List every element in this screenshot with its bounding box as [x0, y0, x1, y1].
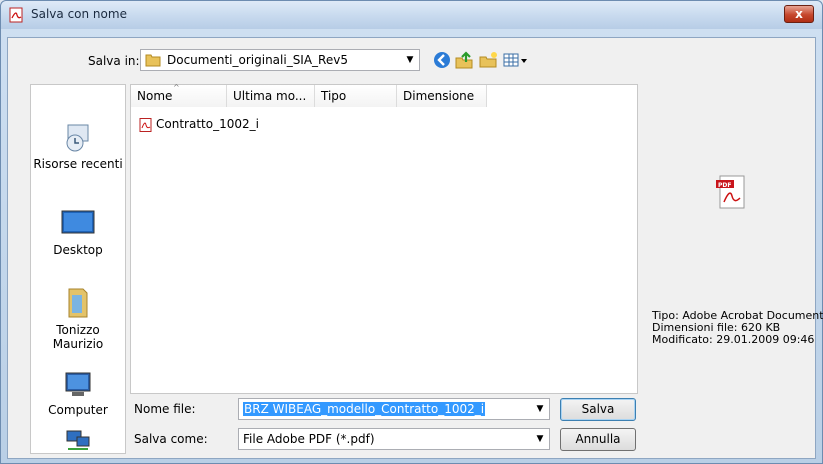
place-label: Tonizzo Maurizio — [52, 323, 104, 351]
place-recent[interactable]: Risorse recenti — [31, 123, 125, 171]
save-as-dialog: Salva con nome x Salva in: Documenti_ori… — [0, 0, 823, 464]
svg-text:PDF: PDF — [718, 182, 731, 189]
filename-value: BRZ WIBEAG_modello_Contratto_1002_i — [243, 402, 486, 416]
save-in-value: Documenti_originali_SIA_Rev5 — [167, 53, 348, 67]
close-button[interactable]: x — [784, 5, 814, 23]
places-bar: Risorse recenti Desktop Tonizzo Maurizio — [30, 84, 126, 454]
network-icon — [66, 430, 90, 450]
save-as-type-label: Salva come: — [134, 432, 208, 446]
save-in-dropdown[interactable]: Documenti_originali_SIA_Rev5 ▼ — [140, 49, 420, 71]
column-header-type[interactable]: Tipo — [315, 85, 397, 107]
list-item[interactable]: Contratto_1002_i — [139, 117, 259, 135]
filename-label: Nome file: — [134, 402, 196, 416]
place-user[interactable]: Tonizzo Maurizio — [31, 287, 125, 351]
column-header-size[interactable]: Dimensione — [397, 85, 487, 107]
save-as-type-value: File Adobe PDF (*.pdf) — [243, 432, 375, 446]
chevron-down-icon[interactable]: ▼ — [533, 431, 547, 447]
place-computer[interactable]: Computer — [31, 371, 125, 417]
chevron-down-icon[interactable]: ▼ — [403, 52, 417, 68]
filename-field[interactable]: BRZ WIBEAG_modello_Contratto_1002_i ▼ — [238, 398, 550, 420]
pdf-large-icon: PDF — [716, 175, 745, 209]
new-folder-icon[interactable] — [478, 50, 498, 70]
preview-pane: PDF Tipo: Adobe Acrobat Document Dimensi… — [644, 84, 823, 394]
up-folder-icon[interactable] — [454, 50, 474, 70]
pdf-icon — [139, 117, 152, 132]
place-label: Risorse recenti — [33, 157, 123, 171]
cancel-button[interactable]: Annulla — [560, 428, 636, 451]
column-header-name[interactable]: Nome ^ — [131, 83, 227, 107]
chevron-down-icon[interactable]: ▼ — [533, 401, 547, 417]
file-list[interactable]: Nome ^ Ultima mo... Tipo Dimensione Cont… — [130, 83, 638, 394]
sort-ascending-icon: ^ — [173, 83, 180, 92]
dialog-body: Salva in: Documenti_originali_SIA_Rev5 ▼ — [7, 37, 823, 459]
window-title: Salva con nome — [31, 7, 127, 21]
file-name: Contratto_1002_i — [156, 117, 259, 131]
place-desktop[interactable]: Desktop — [31, 209, 125, 257]
desktop-icon — [61, 210, 95, 234]
pdf-app-icon — [9, 7, 23, 23]
title-bar[interactable]: Salva con nome x — [1, 1, 822, 29]
folder-icon — [145, 54, 161, 67]
place-label: Desktop — [53, 243, 103, 257]
file-modified: Modificato: 29.01.2009 09:46 — [652, 333, 815, 346]
save-in-label: Salva in: — [88, 54, 140, 68]
file-details: Tipo: Adobe Acrobat Document Dimensioni … — [652, 310, 823, 346]
place-network[interactable] — [31, 429, 125, 455]
place-label: Computer — [48, 403, 108, 417]
recent-places-icon — [66, 124, 89, 152]
column-header-modified[interactable]: Ultima mo... — [227, 85, 315, 107]
save-as-type-select[interactable]: File Adobe PDF (*.pdf) ▼ — [238, 428, 550, 450]
user-folder-icon — [68, 288, 88, 318]
views-menu-icon[interactable] — [502, 50, 528, 70]
back-icon[interactable] — [432, 50, 452, 70]
computer-icon — [65, 372, 91, 396]
close-icon: x — [795, 7, 803, 21]
save-button[interactable]: Salva — [560, 398, 636, 421]
